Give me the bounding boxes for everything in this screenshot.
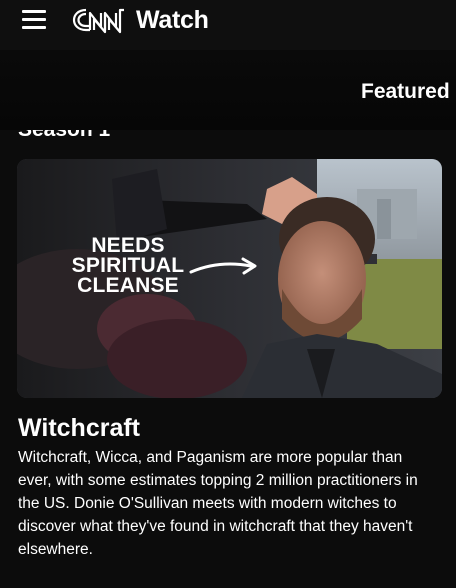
episode-description: Witchcraft, Wicca, and Paganism are more… — [18, 449, 418, 558]
season-heading: Season 1 — [18, 130, 110, 142]
brand[interactable]: Watch — [72, 4, 209, 36]
overlay-line: CLEANSE — [77, 274, 179, 297]
episode-title: Witchcraft — [18, 414, 141, 442]
overlay-line: SPIRITUAL — [71, 254, 185, 277]
overlay-line: NEEDS — [91, 234, 165, 257]
episode-thumbnail[interactable]: NEEDS SPIRITUAL CLEANSE — [17, 159, 442, 398]
hamburger-menu-icon[interactable] — [22, 8, 48, 30]
thumbnail-overlay-text: NEEDS SPIRITUAL CLEANSE — [53, 234, 203, 297]
tab-featured[interactable]: Featured — [361, 80, 450, 104]
episode-section: Season 1 — [0, 130, 456, 588]
cnn-logo-icon — [72, 5, 130, 35]
brand-watch-label: Watch — [136, 5, 209, 34]
top-bar: Watch — [0, 0, 456, 50]
